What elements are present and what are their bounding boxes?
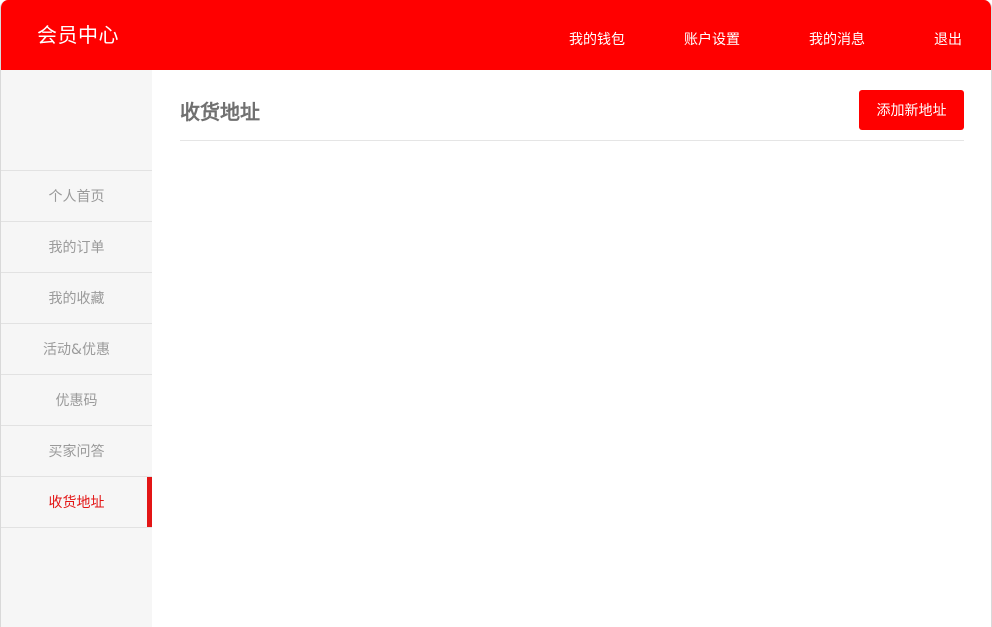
nav-logout-link[interactable]: 退出: [934, 31, 962, 49]
sidebar-menu: 个人首页 我的订单 我的收藏 活动&优惠 优惠码 买家问答 收货地址: [1, 170, 152, 528]
sidebar-item-shipping-address[interactable]: 收货地址: [1, 477, 152, 528]
sidebar: 个人首页 我的订单 我的收藏 活动&优惠 优惠码 买家问答 收货地址: [1, 70, 152, 627]
sidebar-item-my-favorites[interactable]: 我的收藏: [1, 273, 152, 324]
nav-account-settings-link[interactable]: 账户设置: [684, 31, 740, 49]
brand-title: 会员中心: [37, 23, 119, 47]
nav-my-messages-link[interactable]: 我的消息: [809, 31, 865, 49]
app-window: 会员中心 我的钱包 账户设置 我的消息 退出 个人首页 我的订单 我的收藏 活动…: [0, 0, 992, 627]
sidebar-item-coupon-code[interactable]: 优惠码: [1, 375, 152, 426]
page-title: 收货地址: [180, 100, 260, 124]
sidebar-item-buyer-qa[interactable]: 买家问答: [1, 426, 152, 477]
sidebar-item-promotions[interactable]: 活动&优惠: [1, 324, 152, 375]
top-header: 会员中心 我的钱包 账户设置 我的消息 退出: [1, 0, 991, 70]
nav-my-wallet-link[interactable]: 我的钱包: [569, 31, 625, 49]
section-header: 收货地址 添加新地址: [180, 70, 964, 141]
sidebar-item-personal-home[interactable]: 个人首页: [1, 171, 152, 222]
add-new-address-button[interactable]: 添加新地址: [859, 90, 964, 130]
sidebar-item-my-orders[interactable]: 我的订单: [1, 222, 152, 273]
main-content: 收货地址 添加新地址: [152, 70, 991, 627]
